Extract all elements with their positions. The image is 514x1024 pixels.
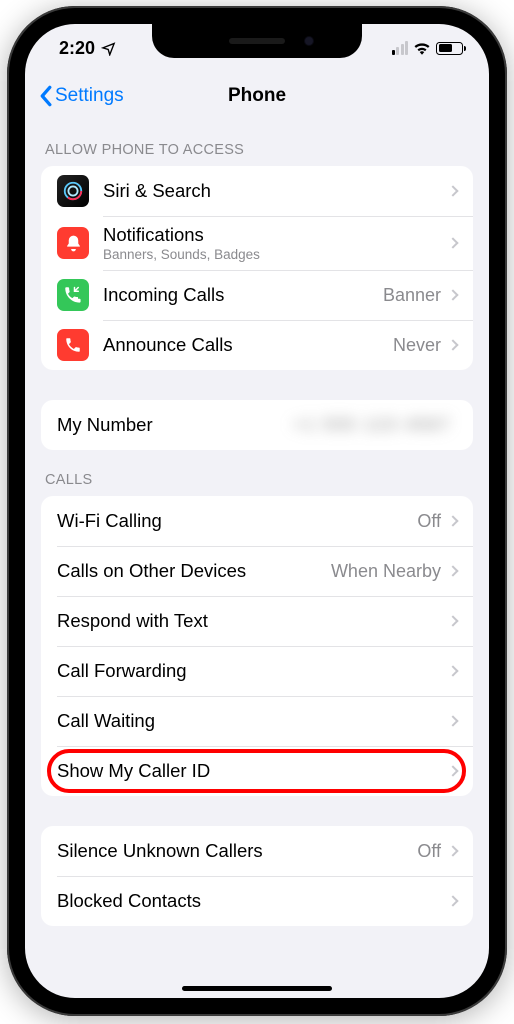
row-my-number[interactable]: My Number +1 555 123 4567 bbox=[41, 400, 473, 450]
front-camera bbox=[304, 36, 314, 46]
phone-number-value: +1 555 123 4567 bbox=[293, 415, 457, 435]
chevron-right-icon bbox=[447, 565, 458, 576]
row-value: When Nearby bbox=[331, 561, 441, 582]
home-indicator[interactable] bbox=[182, 986, 332, 991]
phone-frame: 2:20 Settings Phone ALLOW PHONE TO ACCES… bbox=[7, 6, 507, 1016]
chevron-right-icon bbox=[447, 765, 458, 776]
content-scroll[interactable]: ALLOW PHONE TO ACCESS Siri & Search Noti… bbox=[25, 120, 489, 998]
notch bbox=[152, 24, 362, 58]
clock: 2:20 bbox=[59, 38, 95, 59]
group-calls: Wi-Fi Calling Off Calls on Other Devices… bbox=[41, 496, 473, 796]
chevron-right-icon bbox=[447, 665, 458, 676]
row-label: Announce Calls bbox=[103, 334, 393, 356]
incoming-calls-icon bbox=[57, 279, 89, 311]
row-call-forwarding[interactable]: Call Forwarding bbox=[41, 646, 473, 696]
group-access: Siri & Search Notifications Banners, Sou… bbox=[41, 166, 473, 370]
speaker bbox=[229, 38, 285, 44]
chevron-right-icon bbox=[447, 715, 458, 726]
row-show-my-caller-id[interactable]: Show My Caller ID bbox=[41, 746, 473, 796]
row-label: Incoming Calls bbox=[103, 284, 383, 306]
siri-icon bbox=[57, 175, 89, 207]
row-siri-search[interactable]: Siri & Search bbox=[41, 166, 473, 216]
row-call-waiting[interactable]: Call Waiting bbox=[41, 696, 473, 746]
row-label: Show My Caller ID bbox=[57, 760, 449, 782]
section-header-access: ALLOW PHONE TO ACCESS bbox=[25, 120, 489, 166]
row-label: Call Waiting bbox=[57, 710, 449, 732]
chevron-right-icon bbox=[447, 515, 458, 526]
row-value: Banner bbox=[383, 285, 441, 306]
row-value: Off bbox=[417, 841, 441, 862]
row-blocked-contacts[interactable]: Blocked Contacts bbox=[41, 876, 473, 926]
navigation-bar: Settings Phone bbox=[25, 72, 489, 120]
row-label: Respond with Text bbox=[57, 610, 449, 632]
row-announce-calls[interactable]: Announce Calls Never bbox=[41, 320, 473, 370]
location-icon bbox=[101, 41, 116, 56]
group-more: Silence Unknown Callers Off Blocked Cont… bbox=[41, 826, 473, 926]
chevron-right-icon bbox=[447, 615, 458, 626]
row-label: Siri & Search bbox=[103, 180, 449, 202]
battery-icon bbox=[436, 42, 463, 55]
chevron-right-icon bbox=[447, 339, 458, 350]
row-label: Call Forwarding bbox=[57, 660, 449, 682]
cellular-signal-icon bbox=[392, 41, 409, 55]
row-wifi-calling[interactable]: Wi-Fi Calling Off bbox=[41, 496, 473, 546]
row-value: Never bbox=[393, 335, 441, 356]
page-title: Phone bbox=[25, 85, 489, 107]
group-number: My Number +1 555 123 4567 bbox=[41, 400, 473, 450]
chevron-right-icon bbox=[447, 237, 458, 248]
section-header-calls: CALLS bbox=[25, 450, 489, 496]
row-label: Silence Unknown Callers bbox=[57, 840, 417, 862]
chevron-right-icon bbox=[447, 845, 458, 856]
row-silence-unknown[interactable]: Silence Unknown Callers Off bbox=[41, 826, 473, 876]
row-label: Notifications bbox=[103, 224, 449, 246]
chevron-right-icon bbox=[447, 289, 458, 300]
announce-calls-icon bbox=[57, 329, 89, 361]
row-label: My Number bbox=[57, 414, 293, 436]
row-incoming-calls[interactable]: Incoming Calls Banner bbox=[41, 270, 473, 320]
row-respond-with-text[interactable]: Respond with Text bbox=[41, 596, 473, 646]
notifications-icon bbox=[57, 227, 89, 259]
row-notifications[interactable]: Notifications Banners, Sounds, Badges bbox=[41, 216, 473, 270]
screen: 2:20 Settings Phone ALLOW PHONE TO ACCES… bbox=[25, 24, 489, 998]
wifi-icon bbox=[413, 41, 431, 55]
row-calls-other-devices[interactable]: Calls on Other Devices When Nearby bbox=[41, 546, 473, 596]
row-label: Blocked Contacts bbox=[57, 890, 449, 912]
row-label: Calls on Other Devices bbox=[57, 560, 331, 582]
chevron-right-icon bbox=[447, 895, 458, 906]
row-value: Off bbox=[417, 511, 441, 532]
row-label: Wi-Fi Calling bbox=[57, 510, 417, 532]
row-subtitle: Banners, Sounds, Badges bbox=[103, 247, 449, 262]
chevron-right-icon bbox=[447, 185, 458, 196]
